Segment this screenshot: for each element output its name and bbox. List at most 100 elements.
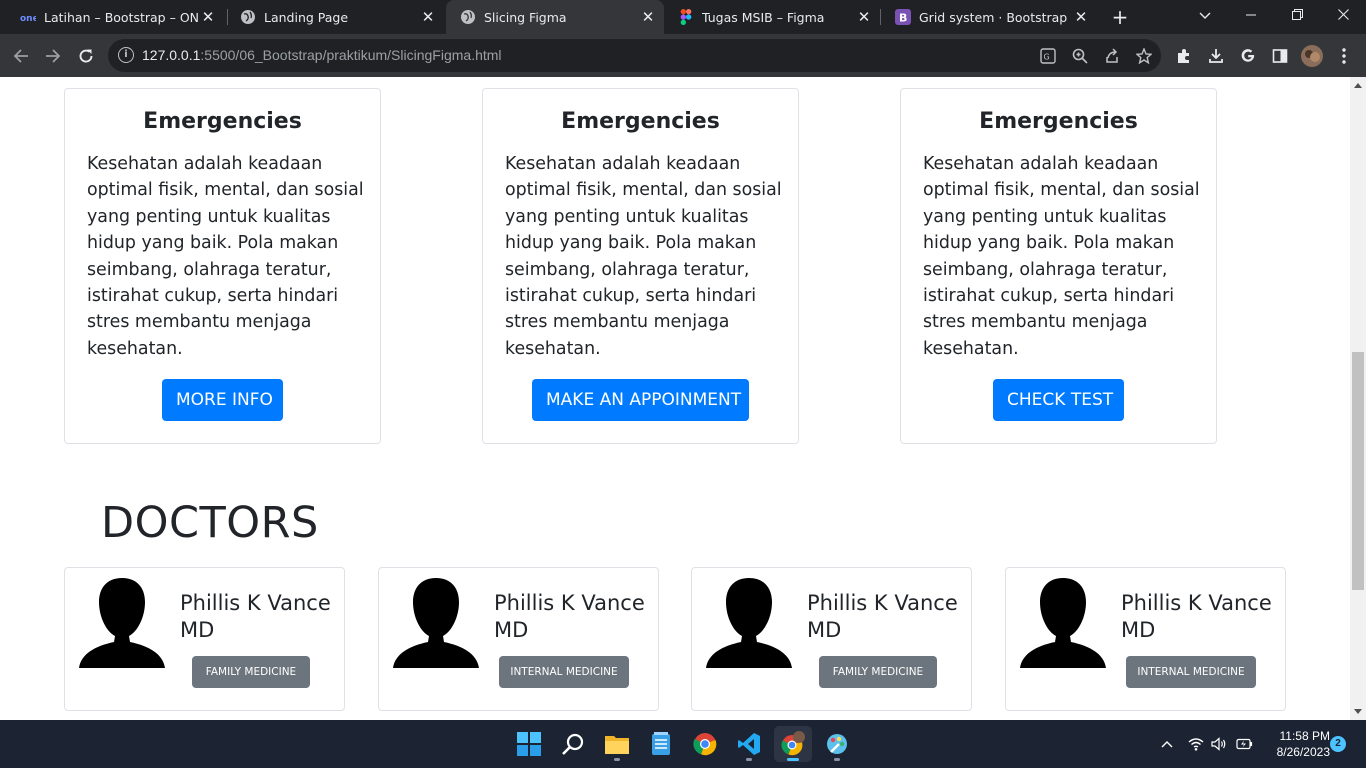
specialty-button[interactable]: INTERNAL MEDICINE <box>1126 656 1256 688</box>
arrow-left-icon <box>13 49 28 63</box>
scrollbar-thumb[interactable] <box>1352 352 1364 590</box>
page-viewport: Emergencies Kesehatan adalah keadaan opt… <box>0 77 1350 720</box>
side-panel-icon[interactable] <box>1267 43 1293 69</box>
tab-title: Grid system · Bootstrap v4.6 <box>919 9 1071 25</box>
tab-title: Tugas MSIB – Figma <box>702 9 825 25</box>
tab-title: Latihan – Bootstrap – ONE by <box>44 9 198 25</box>
restore-icon <box>1291 9 1303 20</box>
page-scrollbar[interactable] <box>1350 77 1366 720</box>
reload-icon <box>79 49 93 63</box>
person-silhouette-icon <box>706 578 792 668</box>
wifi-icon[interactable] <box>1186 732 1206 756</box>
site-info-icon[interactable]: i <box>118 47 134 63</box>
browser-toolbar: i 127.0.0.1:5500/06_Bootstrap/praktikum/… <box>0 34 1366 77</box>
specialty-button[interactable]: FAMILY MEDICINE <box>192 656 310 688</box>
tab-landing-page[interactable]: Landing Page ✕ <box>226 0 444 34</box>
service-card-text: Kesehatan adalah keadaan optimal fisik, … <box>923 154 1200 359</box>
paint-icon[interactable] <box>818 726 856 762</box>
tab-title: Landing Page <box>264 9 349 25</box>
clock-time: 11:58 PM <box>1279 729 1330 743</box>
service-card: Emergencies Kesehatan adalah keadaan opt… <box>64 88 381 444</box>
close-icon[interactable]: ✕ <box>854 8 874 26</box>
close-icon[interactable]: ✕ <box>418 8 438 26</box>
download-icon[interactable] <box>1203 43 1229 69</box>
vscode-icon[interactable] <box>730 726 768 762</box>
url-path: :5500/06_Bootstrap/praktikum/SlicingFigm… <box>200 47 502 63</box>
share-icon[interactable] <box>1102 46 1122 66</box>
file-explorer-icon[interactable] <box>598 726 636 762</box>
svg-text:G: G <box>1044 53 1050 62</box>
zoom-icon[interactable] <box>1070 46 1090 66</box>
system-clock[interactable]: 11:58 PM 8/26/2023 <box>1262 728 1330 760</box>
forward-button[interactable] <box>40 43 66 69</box>
close-icon[interactable]: ✕ <box>638 8 658 26</box>
check-test-button[interactable]: CHECK TEST <box>993 379 1124 421</box>
service-card-title: Emergencies <box>143 109 302 134</box>
doctor-card: Phillis K Vance MD INTERNAL MEDICINE <box>1005 567 1286 711</box>
back-button[interactable] <box>8 43 34 69</box>
google-account-icon[interactable] <box>1235 43 1261 69</box>
restore-button[interactable] <box>1274 0 1320 34</box>
search-icon[interactable] <box>554 726 592 762</box>
person-silhouette-icon <box>393 578 479 668</box>
tab-search-button[interactable] <box>1182 0 1228 34</box>
bookmark-star-icon[interactable] <box>1134 46 1154 66</box>
url-text[interactable]: 127.0.0.1:5500/06_Bootstrap/praktikum/Sl… <box>142 47 502 63</box>
tab-latihan-bootstrap[interactable]: one Latihan – Bootstrap – ONE by ✕ <box>6 0 224 34</box>
service-card-title: Emergencies <box>979 109 1138 134</box>
chrome-profile-icon[interactable] <box>774 726 812 762</box>
close-icon[interactable]: ✕ <box>1071 8 1091 26</box>
running-indicator <box>834 758 840 761</box>
tab-grid-system-bootstrap[interactable]: B Grid system · Bootstrap v4.6 ✕ <box>881 0 1097 34</box>
service-card-text: Kesehatan adalah keadaan optimal fisik, … <box>87 154 364 359</box>
close-window-button[interactable] <box>1320 0 1366 34</box>
make-appointment-button[interactable]: MAKE AN APPOINMENT <box>532 379 749 421</box>
volume-icon[interactable] <box>1209 732 1229 756</box>
figma-icon <box>678 9 694 25</box>
doctor-card: Phillis K Vance MD FAMILY MEDICINE <box>691 567 972 711</box>
browser-tab-strip: one Latihan – Bootstrap – ONE by ✕ Landi… <box>0 0 1366 34</box>
globe-icon <box>240 9 256 25</box>
notepad-icon[interactable] <box>642 726 680 762</box>
minimize-icon <box>1245 14 1256 16</box>
tab-title: Slicing Figma <box>484 9 567 25</box>
tab-slicing-figma[interactable]: Slicing Figma ✕ <box>446 0 664 34</box>
tab-tugas-msib-figma[interactable]: Tugas MSIB – Figma ✕ <box>664 0 880 34</box>
specialty-button[interactable]: FAMILY MEDICINE <box>819 656 937 688</box>
windows-start-icon[interactable] <box>510 726 548 762</box>
close-icon <box>1337 9 1349 20</box>
new-tab-button[interactable]: + <box>1108 4 1132 30</box>
doctor-name: Phillis K Vance MD <box>807 591 958 642</box>
more-info-button[interactable]: MORE INFO <box>162 379 283 421</box>
running-indicator <box>614 758 620 761</box>
service-card: Emergencies Kesehatan adalah keadaan opt… <box>482 88 799 444</box>
kebab-menu-icon[interactable] <box>1331 43 1357 69</box>
svg-text:B: B <box>899 12 907 25</box>
show-hidden-icons-chevron-up-icon[interactable] <box>1158 732 1176 756</box>
close-icon[interactable]: ✕ <box>198 8 218 26</box>
specialty-button[interactable]: INTERNAL MEDICINE <box>499 656 629 688</box>
scroll-down-arrow-icon[interactable] <box>1354 709 1362 714</box>
globe-icon <box>460 9 476 25</box>
scroll-up-arrow-icon[interactable] <box>1354 83 1362 88</box>
chrome-icon[interactable] <box>686 726 724 762</box>
profile-avatar[interactable] <box>1299 43 1325 69</box>
person-silhouette-icon <box>1020 578 1106 668</box>
person-silhouette-icon <box>79 578 165 668</box>
windows-taskbar: 11:58 PM 8/26/2023 2 <box>0 720 1366 768</box>
doctors-heading: DOCTORS <box>101 498 319 548</box>
minimize-button[interactable] <box>1228 0 1274 34</box>
svg-text:one: one <box>20 14 36 22</box>
doctor-name: Phillis K Vance MD <box>1121 591 1272 642</box>
url-host: 127.0.0.1 <box>142 47 201 63</box>
service-card-text: Kesehatan adalah keadaan optimal fisik, … <box>505 154 782 359</box>
translate-icon[interactable]: G <box>1038 46 1058 66</box>
address-bar[interactable]: i 127.0.0.1:5500/06_Bootstrap/praktikum/… <box>108 39 1161 72</box>
notification-badge[interactable]: 2 <box>1330 736 1346 752</box>
doctor-name: Phillis K Vance MD <box>180 591 331 642</box>
reload-button[interactable] <box>73 43 99 69</box>
battery-charging-icon[interactable] <box>1233 732 1255 756</box>
running-indicator <box>787 758 799 761</box>
bootstrap-icon: B <box>895 9 911 25</box>
extensions-puzzle-icon[interactable] <box>1171 43 1197 69</box>
